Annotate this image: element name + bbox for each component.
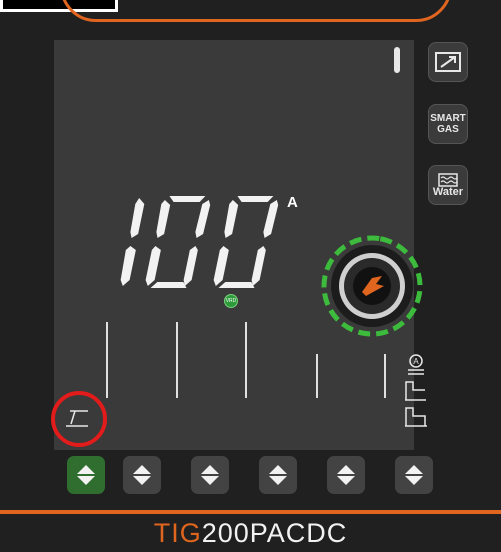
highlight-circle: [51, 391, 107, 447]
function-button-6[interactable]: [395, 456, 433, 494]
updown-icon: [337, 465, 355, 485]
updown-icon: [133, 465, 151, 485]
current-display: [120, 196, 279, 288]
model-suffix: 200PACDC: [201, 518, 348, 548]
updown-icon: [405, 465, 423, 485]
pulse-icon: [405, 381, 426, 401]
spot-icon: [405, 407, 427, 427]
torch-mode-icon: [66, 410, 88, 427]
mode-icons: A: [405, 354, 427, 427]
updown-icon: [269, 465, 287, 485]
function-button-1[interactable]: [67, 456, 105, 494]
divider-line: [245, 322, 247, 398]
water-button[interactable]: Water: [428, 165, 468, 205]
smart-gas-label-line2: GAS: [437, 124, 459, 135]
divider-line: [316, 354, 318, 398]
model-name: TIG200PACDC: [0, 518, 501, 549]
divider-line: [384, 354, 386, 398]
welder-control-panel: SMART GAS Water A VRD A TIG200PACDC: [0, 0, 501, 552]
water-label: Water: [432, 185, 464, 198]
vrd-indicator: VRD: [224, 294, 238, 308]
function-button-2[interactable]: [123, 456, 161, 494]
auto-icon: A: [408, 354, 424, 375]
smart-gas-button[interactable]: SMART GAS: [428, 104, 468, 144]
accent-line: [0, 510, 501, 514]
meter-icon: [435, 52, 461, 72]
updown-icon: [77, 465, 95, 485]
divider-line: [176, 322, 178, 398]
meter-button[interactable]: [428, 42, 468, 82]
unit-label: A: [287, 194, 298, 211]
divider-line: [106, 322, 108, 398]
top-arc-frame: [60, 0, 452, 22]
smart-gas-label-line1: SMART: [430, 113, 466, 124]
function-button-3[interactable]: [191, 456, 229, 494]
model-prefix: TIG: [153, 518, 202, 548]
function-button-4[interactable]: [259, 456, 297, 494]
svg-text:A: A: [413, 357, 419, 366]
function-button-5[interactable]: [327, 456, 365, 494]
indicator-bar: [394, 47, 400, 73]
control-knob[interactable]: [318, 220, 438, 360]
updown-icon: [201, 465, 219, 485]
water-icon: [438, 172, 458, 187]
